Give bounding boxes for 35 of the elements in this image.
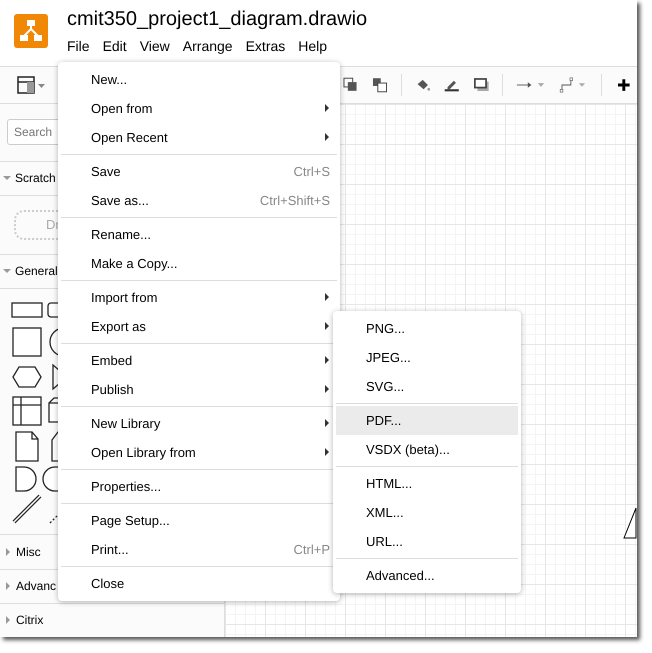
menu-item[interactable]: SVG...: [333, 372, 521, 401]
menu-item[interactable]: Open from: [58, 94, 340, 123]
collapse-arrow-icon: [3, 176, 11, 180]
menu-bar-item[interactable]: Help: [298, 38, 328, 54]
triangle-shape[interactable]: [623, 506, 637, 540]
menu-bar-item[interactable]: View: [140, 38, 170, 54]
shadow-icon[interactable]: [474, 77, 490, 93]
menu-item[interactable]: Save as... Ctrl+Shift+S: [58, 186, 340, 215]
menu-item[interactable]: PNG...: [333, 314, 521, 343]
menu-item[interactable]: Save Ctrl+S: [58, 157, 340, 186]
menu-bar-item[interactable]: Edit: [102, 38, 127, 54]
section-title[interactable]: Citrix: [16, 613, 44, 628]
to-front-icon[interactable]: [342, 77, 358, 93]
menu-item[interactable]: XML...: [333, 498, 521, 527]
section-title[interactable]: Scratch: [15, 171, 56, 186]
menu-item[interactable]: Open Recent: [58, 123, 340, 152]
to-back-icon[interactable]: [372, 77, 388, 93]
menu-item[interactable]: JPEG...: [333, 343, 521, 372]
menu-item[interactable]: Rename...: [58, 220, 340, 249]
menu-item[interactable]: Advanced...: [333, 561, 521, 590]
drop-hint: Dr: [46, 217, 60, 232]
menu-item[interactable]: Make a Copy...: [58, 249, 340, 278]
section-title[interactable]: Advanc: [16, 579, 56, 594]
app-logo-icon: [14, 14, 48, 48]
menu-bar-item[interactable]: File: [67, 38, 90, 54]
menu-bar-item[interactable]: Arrange: [182, 38, 233, 54]
menu-item[interactable]: Import from: [58, 283, 340, 312]
section-title[interactable]: General: [15, 264, 58, 278]
section-title[interactable]: Misc: [16, 544, 41, 559]
window-title: cmit350_project1_diagram.drawio: [67, 8, 368, 31]
plus-icon[interactable]: [618, 77, 630, 93]
menu-bar-item[interactable]: Extras: [246, 38, 286, 54]
menu-item[interactable]: URL...: [333, 527, 521, 556]
menu-item[interactable]: PDF...: [336, 406, 518, 435]
menu-item[interactable]: VSDX (beta)...: [333, 435, 521, 464]
